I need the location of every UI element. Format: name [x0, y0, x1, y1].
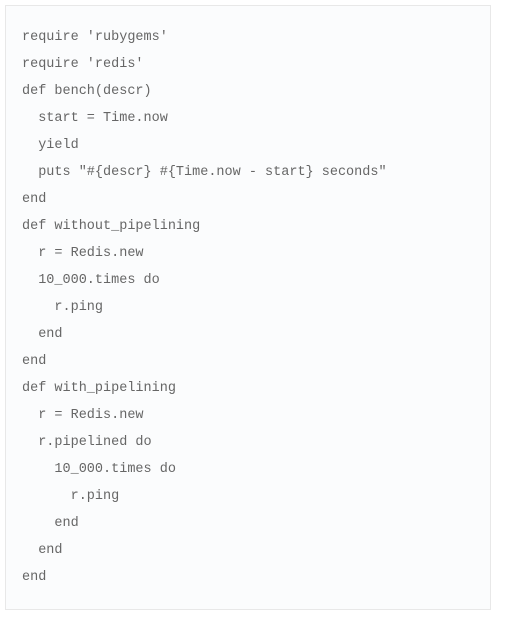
code-line: def with_pipelining	[22, 375, 474, 402]
code-line: 10_000.times do	[22, 267, 474, 294]
code-line: end	[22, 510, 474, 537]
code-line: end	[22, 537, 474, 564]
code-line: yield	[22, 132, 474, 159]
code-line: end	[22, 348, 474, 375]
code-line: start = Time.now	[22, 105, 474, 132]
code-line: end	[22, 321, 474, 348]
code-line: r.ping	[22, 483, 474, 510]
code-line: require 'redis'	[22, 51, 474, 78]
code-line: def without_pipelining	[22, 213, 474, 240]
code-line: puts "#{descr} #{Time.now - start} secon…	[22, 159, 474, 186]
code-line: end	[22, 564, 474, 591]
code-line: def bench(descr)	[22, 78, 474, 105]
code-line: require 'rubygems'	[22, 24, 474, 51]
code-line: r.ping	[22, 294, 474, 321]
code-block: require 'rubygems'require 'redis'def ben…	[5, 5, 491, 610]
code-line: r = Redis.new	[22, 402, 474, 429]
code-line: r.pipelined do	[22, 429, 474, 456]
code-line: end	[22, 186, 474, 213]
code-line: r = Redis.new	[22, 240, 474, 267]
code-line: 10_000.times do	[22, 456, 474, 483]
